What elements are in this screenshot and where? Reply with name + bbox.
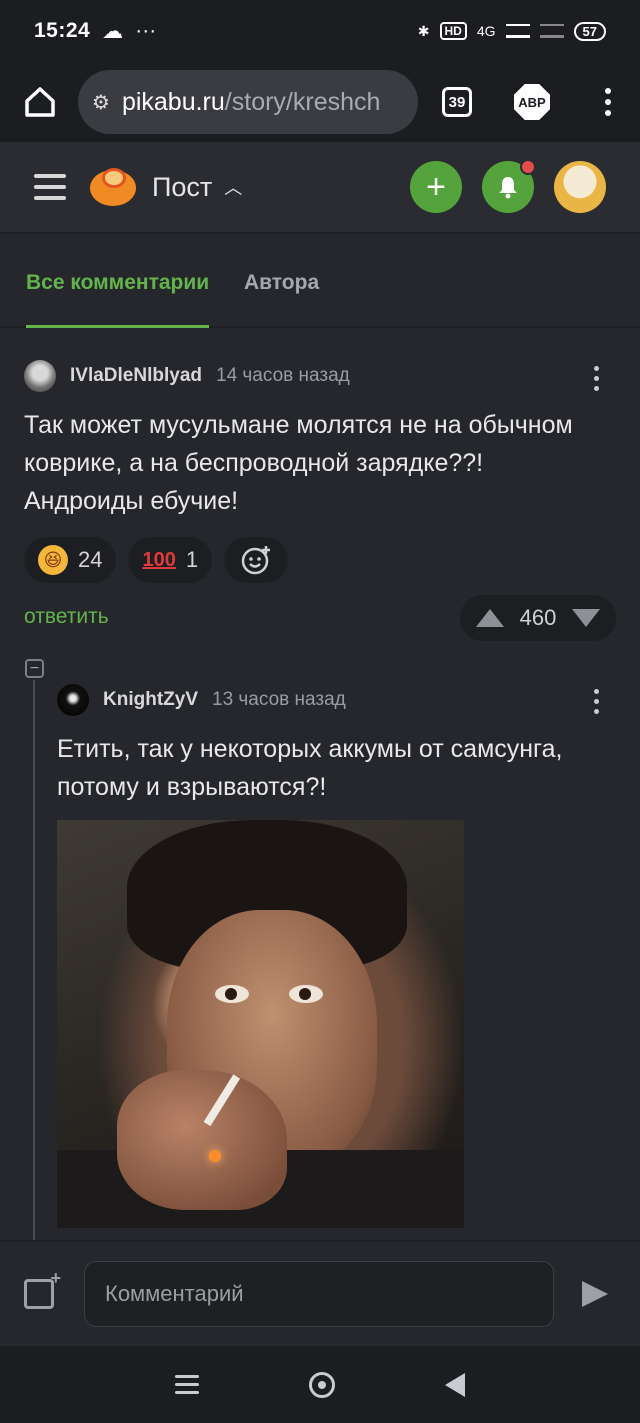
add-post-button[interactable]: +	[410, 161, 462, 213]
bell-icon	[499, 177, 517, 199]
comment-image[interactable]	[57, 820, 464, 1228]
comment-options-icon[interactable]	[594, 366, 599, 391]
home-icon[interactable]	[22, 84, 58, 120]
comment-header: KnightZyV 13 часов назад	[57, 684, 346, 716]
thread-line[interactable]	[33, 680, 35, 1240]
add-emoji-icon	[241, 546, 271, 575]
comment-text-line: потому и взрываются?!	[57, 773, 327, 801]
comment-time[interactable]: 13 часов назад	[212, 689, 346, 711]
pikabu-logo[interactable]	[90, 166, 136, 208]
back-icon[interactable]	[445, 1372, 465, 1397]
comment-composer	[0, 1240, 640, 1346]
comment-text-line: Так может мусульмане молятся не на обычн…	[24, 411, 573, 439]
status-bar: 15:24 ☁ ··· ✱ HD 4G 57	[0, 0, 640, 62]
comment-time[interactable]: 14 часов назад	[216, 365, 350, 387]
comment-author[interactable]: IVlaDleNlblyad	[70, 365, 202, 387]
hd-badge: HD	[439, 22, 467, 40]
attach-image-icon[interactable]	[24, 1268, 61, 1309]
profile-avatar[interactable]	[554, 161, 606, 213]
chevron-up-icon: ︿	[224, 178, 243, 198]
send-icon[interactable]	[582, 1281, 608, 1307]
system-nav-bar	[0, 1346, 640, 1423]
upvote-icon[interactable]	[476, 609, 504, 627]
tab-author[interactable]: Автора	[244, 236, 319, 328]
tabs-count-button[interactable]: 39	[442, 87, 472, 117]
browser-menu-icon[interactable]	[598, 88, 618, 116]
battery-icon: 57	[573, 21, 606, 41]
notification-dot	[520, 159, 536, 175]
recent-apps-icon[interactable]	[175, 1375, 199, 1394]
url-host: pikabu.ru	[121, 87, 225, 116]
page-title[interactable]: Пост ︿	[152, 172, 242, 203]
comment-text-line: Андроиды ебучие!	[24, 487, 239, 515]
tab-all-comments[interactable]: Все комментарии	[26, 236, 210, 328]
page-title-label: Пост	[152, 171, 213, 202]
comment-text: Етить, так у некоторых аккумы от самсунг…	[57, 730, 562, 806]
comment-text-line: коврике, а на беспроводной зарядке??!	[24, 449, 484, 477]
signal-icon	[505, 24, 530, 38]
reaction-laughing[interactable]: 😆 24	[24, 537, 117, 583]
rating-value: 460	[519, 605, 557, 630]
downvote-icon[interactable]	[572, 609, 600, 627]
status-time: 15:24	[34, 19, 91, 42]
adblock-button[interactable]: ABP	[514, 84, 550, 120]
reactions-bar: 😆 24 100 1	[24, 537, 289, 583]
more-notifications-icon: ···	[135, 19, 157, 42]
reaction-count: 24	[78, 547, 103, 572]
avatar[interactable]	[57, 684, 89, 716]
comment-text: Так может мусульмане молятся не на обычн…	[24, 406, 573, 520]
notifications-button[interactable]	[482, 159, 536, 213]
comment-options-icon[interactable]	[594, 689, 599, 714]
comment-input[interactable]	[84, 1261, 554, 1327]
home-circle-icon[interactable]	[309, 1371, 335, 1398]
url-path: /story/kreshch	[224, 87, 381, 116]
reaction-hundred[interactable]: 100 1	[128, 537, 213, 583]
comment-text-line: Етить, так у некоторых аккумы от самсунг…	[57, 735, 563, 763]
network-label: 4G	[476, 23, 496, 39]
cloud-icon: ☁	[102, 19, 124, 43]
hundred-icon: 100	[142, 548, 176, 571]
add-reaction-button[interactable]	[224, 537, 289, 583]
address-bar[interactable]: ⚙ pikabu.ru/story/kreshch	[78, 70, 418, 134]
collapse-thread-button[interactable]: −	[25, 659, 44, 678]
app-header: Пост ︿ +	[0, 142, 640, 234]
menu-icon[interactable]	[34, 174, 66, 200]
bluetooth-icon: ✱	[417, 22, 430, 39]
vote-control: 460	[460, 595, 616, 641]
laughing-emoji-icon: 😆	[38, 545, 68, 575]
signal-secondary-icon	[539, 24, 564, 38]
avatar[interactable]	[24, 360, 56, 392]
browser-toolbar: ⚙ pikabu.ru/story/kreshch 39 ABP	[0, 62, 640, 142]
reply-link[interactable]: ответить	[24, 605, 109, 629]
site-settings-icon[interactable]: ⚙	[92, 90, 110, 115]
comment-header: IVlaDleNlblyad 14 часов назад	[24, 360, 350, 392]
comment-author[interactable]: KnightZyV	[103, 689, 198, 711]
comments-tabs: Все комментарии Автора	[0, 236, 640, 328]
reaction-count: 1	[185, 547, 199, 572]
